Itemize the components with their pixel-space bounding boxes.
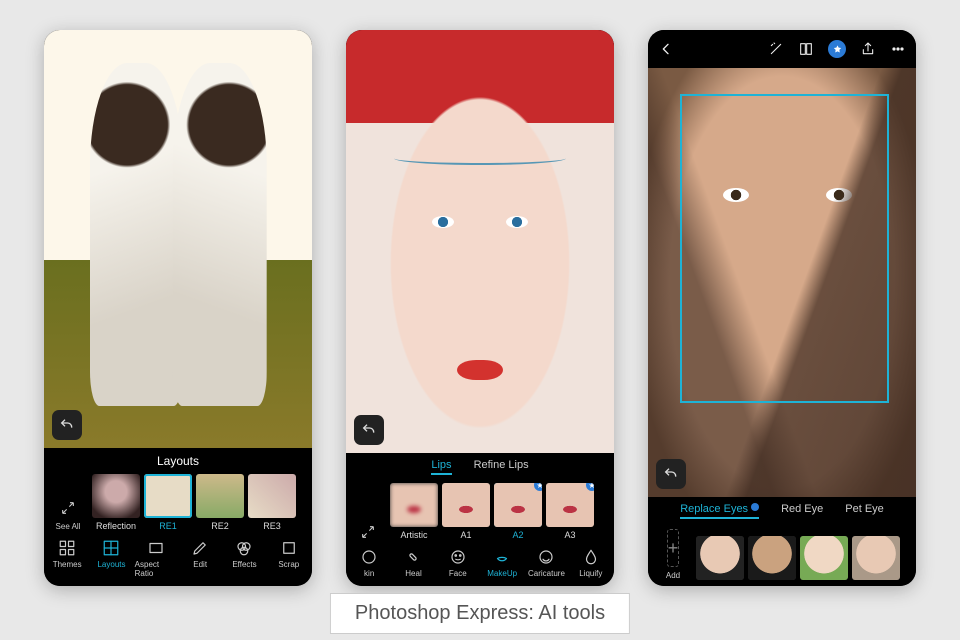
tab-red-eye[interactable]: Red Eye (781, 503, 823, 519)
tool-effects[interactable]: Effects (223, 539, 265, 578)
magic-wand-icon[interactable] (768, 41, 784, 57)
thumb-re3[interactable]: RE3 (248, 474, 296, 531)
premium-star-icon[interactable] (828, 40, 846, 58)
thumb-artistic[interactable]: Artistic (390, 483, 438, 540)
undo-button[interactable] (52, 410, 82, 440)
preview-image (346, 30, 614, 453)
eye-thumb-4[interactable] (852, 536, 900, 580)
canvas[interactable] (648, 68, 916, 497)
bottom-toolbar: kin Heal Face MakeUp Caricature Liquify (346, 542, 614, 586)
screen-eyes: Replace Eyes Red Eye Pet Eye + Add (648, 30, 916, 586)
tab-replace-eyes[interactable]: Replace Eyes (680, 503, 759, 519)
tool-liquify[interactable]: Liquify (570, 548, 612, 578)
tab-lips[interactable]: Lips (431, 459, 451, 475)
compare-icon[interactable] (798, 41, 814, 57)
thumb-a1[interactable]: A1 (442, 483, 490, 540)
section-title: Layouts (44, 448, 312, 470)
thumb-reflection[interactable]: Reflection (92, 474, 140, 531)
tab-pet-eye[interactable]: Pet Eye (845, 503, 884, 519)
tool-heal[interactable]: Heal (392, 548, 434, 578)
tool-face[interactable]: Face (437, 548, 479, 578)
more-icon[interactable] (890, 41, 906, 57)
tool-themes[interactable]: Themes (46, 539, 88, 578)
face-crop-box[interactable] (680, 94, 889, 403)
see-all-button[interactable]: See All (48, 500, 88, 531)
thumb-a2[interactable]: ★A2 (494, 483, 542, 540)
back-button[interactable] (658, 41, 674, 57)
thumb-re2[interactable]: RE2 (196, 474, 244, 531)
tool-edit[interactable]: Edit (179, 539, 221, 578)
eye-thumb-2[interactable] (748, 536, 796, 580)
share-icon[interactable] (860, 41, 876, 57)
premium-badge (751, 503, 759, 511)
top-bar (648, 30, 916, 68)
caption-label: Photoshop Express: AI tools (330, 593, 630, 634)
eye-thumb-3[interactable] (800, 536, 848, 580)
thumb-re1[interactable]: RE1 (144, 474, 192, 531)
thumbnail-strip: Artistic A1 ★A2 ★A3 (346, 479, 614, 542)
preview-image (44, 30, 312, 448)
thumb-a3[interactable]: ★A3 (546, 483, 594, 540)
add-button[interactable]: + Add (654, 529, 692, 580)
tool-caricature[interactable]: Caricature (525, 548, 567, 578)
undo-button[interactable] (656, 459, 686, 489)
thumbnail-strip: See All Reflection RE1 RE2 RE3 (44, 470, 312, 533)
bottom-toolbar: Themes Layouts Aspect Ratio Edit Effects… (44, 533, 312, 586)
canvas[interactable] (346, 30, 614, 453)
subtool-tabs: Replace Eyes Red Eye Pet Eye (648, 497, 916, 523)
tool-layouts[interactable]: Layouts (90, 539, 132, 578)
eye-thumb-1[interactable] (696, 536, 744, 580)
thumbnail-strip: + Add (648, 523, 916, 586)
screen-layouts: Layouts See All Reflection RE1 RE2 RE3 T… (44, 30, 312, 586)
tab-refine-lips[interactable]: Refine Lips (474, 459, 529, 475)
undo-button[interactable] (354, 415, 384, 445)
screen-makeup: Lips Refine Lips Artistic A1 ★A2 ★A3 kin… (346, 30, 614, 586)
tool-skin[interactable]: kin (348, 548, 390, 578)
subtool-tabs: Lips Refine Lips (346, 453, 614, 479)
expand-button[interactable] (350, 524, 386, 540)
canvas[interactable] (44, 30, 312, 448)
tool-scrap[interactable]: Scrap (268, 539, 310, 578)
tool-aspect-ratio[interactable]: Aspect Ratio (135, 539, 177, 578)
tool-makeup[interactable]: MakeUp (481, 548, 523, 578)
